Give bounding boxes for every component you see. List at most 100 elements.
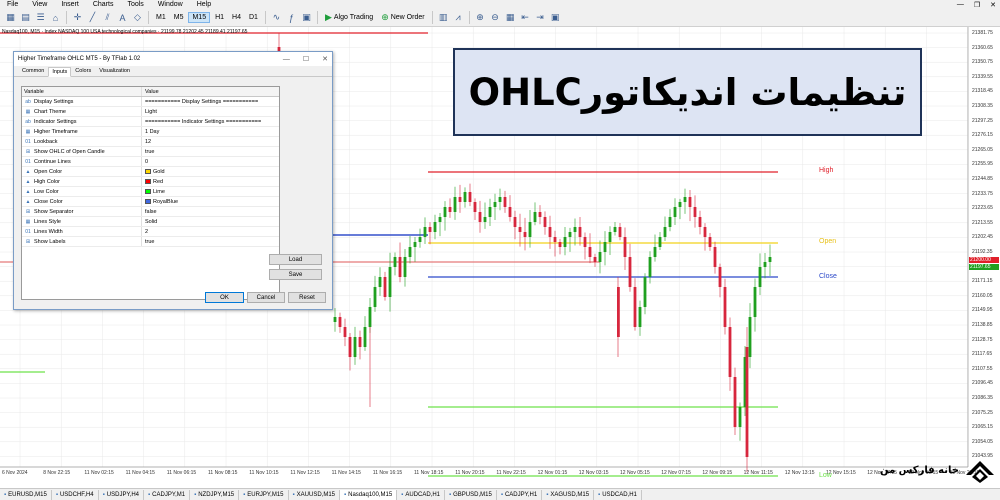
reset-button[interactable]: Reset [288, 292, 326, 303]
param-row[interactable]: ▲ Low Color Lime [22, 187, 279, 197]
scroll-icon[interactable]: ⇤ [519, 11, 532, 24]
load-button[interactable]: Load [269, 254, 322, 265]
templates-icon[interactable]: ▣ [300, 11, 313, 24]
param-value[interactable]: Solid [142, 217, 279, 226]
candle-body [538, 212, 542, 217]
param-row[interactable]: ⊞ Show Separator false [22, 207, 279, 217]
tf-m1[interactable]: M1 [153, 13, 169, 22]
param-value[interactable]: =========== Indicator Settings =========… [142, 117, 279, 126]
candle-body [483, 217, 487, 222]
dialog-minimize-icon[interactable]: — [283, 56, 290, 63]
symbol-tab[interactable]: ▪ USDCHF,H4 [52, 489, 99, 500]
restore-icon[interactable]: ❐ [974, 1, 980, 9]
symbol-tab[interactable]: ▪ USDCAD,H1 [594, 489, 642, 500]
param-row[interactable]: ▦ Higher Timeframe 1 Day [22, 127, 279, 137]
symbol-tab[interactable]: ▪ XAGUSD,M15 [542, 489, 595, 500]
algo-trading-button[interactable]: ▶ Algo Trading [321, 12, 377, 23]
param-value[interactable]: 1 Day [142, 127, 279, 136]
zoom-out-icon[interactable]: ⊖ [489, 11, 502, 24]
menu-file[interactable]: File [0, 0, 25, 9]
param-row[interactable]: 01 Lines Width 2 [22, 227, 279, 237]
param-row[interactable]: ▲ High Color Red [22, 177, 279, 187]
param-value[interactable]: true [142, 147, 279, 156]
param-value[interactable]: Red [142, 177, 279, 186]
depth-icon[interactable]: ▥ [437, 11, 450, 24]
candle-body [438, 217, 442, 222]
param-value[interactable]: 12 [142, 137, 279, 146]
param-row[interactable]: ⊞ Show OHLC of Open Candle true [22, 147, 279, 157]
candle-body [608, 232, 612, 242]
tile-icon[interactable]: ▦ [504, 11, 517, 24]
tab-common[interactable]: Common [18, 66, 48, 76]
tf-m5[interactable]: M5 [171, 13, 187, 22]
symbol-tab[interactable]: ▪ CADJPY,H1 [497, 489, 543, 500]
save-button[interactable]: Save [269, 269, 322, 280]
dialog-close-icon[interactable]: ✕ [322, 55, 328, 63]
symbol-tab[interactable]: ▪ EURJPY,M15 [239, 489, 289, 500]
close-icon[interactable]: ✕ [990, 1, 996, 9]
symbol-tab[interactable]: ▪ EURUSD,M15 [0, 489, 52, 500]
param-value[interactable]: 2 [142, 227, 279, 236]
candle-body [503, 197, 507, 207]
param-value[interactable]: Lime [142, 187, 279, 196]
param-value[interactable]: Light [142, 107, 279, 116]
menu-help[interactable]: Help [190, 0, 218, 9]
param-value[interactable]: Gold [142, 167, 279, 176]
indicators-icon[interactable]: ƒ [285, 11, 298, 24]
dialog-title-bar[interactable]: Higher Timeframe OHLC MT5 - By TFlab 1.0… [14, 52, 332, 66]
ok-button[interactable]: OK [205, 292, 244, 303]
text-tool-icon[interactable]: A [116, 11, 129, 24]
zoom-in-icon[interactable]: ⊕ [474, 11, 487, 24]
menu-tools[interactable]: Tools [120, 0, 150, 9]
market-watch-icon[interactable]: ☰ [34, 11, 47, 24]
chart-type-icon[interactable]: ∿ [270, 11, 283, 24]
param-value[interactable]: false [142, 207, 279, 216]
shapes-icon[interactable]: ◇ [131, 11, 144, 24]
param-row[interactable]: ab Indicator Settings =========== Indicato… [22, 117, 279, 127]
profiles-icon[interactable]: ▤ [19, 11, 32, 24]
crosshair-icon[interactable]: ✛ [71, 11, 84, 24]
param-value[interactable]: 0 [142, 157, 279, 166]
param-row[interactable]: ▲ Close Color RoyalBlue [22, 197, 279, 207]
tf-h4[interactable]: H4 [229, 13, 244, 22]
tab-inputs[interactable]: Inputs [48, 67, 72, 77]
symbol-tab[interactable]: ▪ GBPUSD,M15 [445, 489, 497, 500]
menu-window[interactable]: Window [151, 0, 190, 9]
symbol-tab[interactable]: ▪ NZDJPY,M15 [190, 489, 240, 500]
tf-h1[interactable]: H1 [212, 13, 227, 22]
new-chart-icon[interactable]: ▦ [4, 11, 17, 24]
tf-m15[interactable]: M15 [188, 12, 211, 23]
param-value[interactable]: =========== Display Settings =========== [142, 97, 279, 106]
shift-icon[interactable]: ⇥ [534, 11, 547, 24]
param-value[interactable]: true [142, 237, 279, 246]
param-row[interactable]: ab Display Settings =========== Display Se… [22, 97, 279, 107]
param-row[interactable]: 01 Lookback 12 [22, 137, 279, 147]
param-row[interactable]: ▦ Lines Style Solid [22, 217, 279, 227]
menu-view[interactable]: View [25, 0, 54, 9]
tab-visualization[interactable]: Visualization [95, 66, 134, 76]
line-tool-icon[interactable]: ╱ [86, 11, 99, 24]
menu-charts[interactable]: Charts [86, 0, 121, 9]
new-order-button[interactable]: ⊕ New Order [377, 12, 428, 23]
param-row[interactable]: 01 Continue Lines 0 [22, 157, 279, 167]
symbol-tab[interactable]: ▪ CADJPY,M1 [144, 489, 191, 500]
screenshot-icon[interactable]: ▣ [549, 11, 562, 24]
tab-colors[interactable]: Colors [71, 66, 95, 76]
symbol-tab[interactable]: ▪ Nasdaq100,M15 [340, 489, 398, 500]
param-row[interactable]: ▲ Open Color Gold [22, 167, 279, 177]
tf-d1[interactable]: D1 [246, 13, 261, 22]
channel-icon[interactable]: ⫽ [101, 11, 114, 24]
cancel-button[interactable]: Cancel [247, 292, 285, 303]
minimize-icon[interactable]: — [957, 1, 964, 8]
signal-icon[interactable]: ⩘ [452, 11, 465, 24]
menu-insert[interactable]: Insert [54, 0, 86, 9]
candle-body [373, 287, 377, 307]
symbol-tab[interactable]: ▪ XAUUSD,M15 [289, 489, 340, 500]
param-row[interactable]: ▦ Chart Theme Light [22, 107, 279, 117]
dialog-maximize-icon[interactable]: ☐ [303, 55, 309, 63]
navigator-icon[interactable]: ⌂ [49, 11, 62, 24]
param-value[interactable]: RoyalBlue [142, 197, 279, 206]
param-row[interactable]: ⊞ Show Labels true [22, 237, 279, 247]
symbol-tab[interactable]: ▪ AUDCAD,H1 [397, 489, 445, 500]
symbol-tab[interactable]: ▪ USDJPY,H4 [99, 489, 145, 500]
